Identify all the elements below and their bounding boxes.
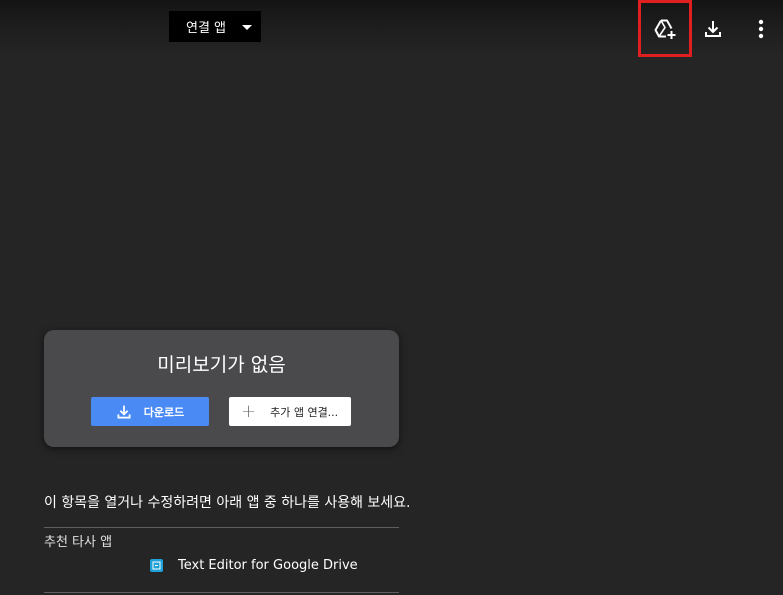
instructions-text: 이 항목을 열거나 수정하려면 아래 앱 중 하나를 사용해 보세요.	[44, 495, 411, 511]
divider	[44, 527, 399, 528]
more-options-button[interactable]	[741, 9, 781, 49]
no-preview-card: 미리보기가 없음 다운로드 + 추가 앱 연결...	[44, 330, 399, 447]
open-with-label: 연결 앱	[186, 21, 227, 36]
download-label: 다운로드	[143, 405, 185, 419]
download-file-button[interactable]: 다운로드	[91, 397, 209, 426]
download-button[interactable]	[693, 9, 733, 49]
top-bar: 연결 앱	[0, 0, 783, 57]
plus-icon: +	[241, 400, 257, 422]
suggested-apps-label: 추천 타사 앱	[44, 535, 113, 550]
app-item-text-editor[interactable]: Text Editor for Google Drive	[150, 558, 358, 573]
no-preview-title: 미리보기가 없음	[157, 354, 286, 376]
more-vert-icon	[758, 19, 764, 39]
divider	[44, 592, 399, 593]
connect-label: 추가 앱 연결...	[270, 405, 339, 419]
app-name: Text Editor for Google Drive	[178, 558, 358, 573]
text-editor-app-icon	[150, 559, 163, 572]
open-with-dropdown[interactable]: 연결 앱	[169, 11, 261, 42]
highlight-box	[638, 0, 692, 57]
chevron-down-icon	[242, 25, 252, 30]
download-icon	[117, 405, 131, 418]
download-icon	[705, 21, 721, 37]
connect-more-apps-button[interactable]: + 추가 앱 연결...	[229, 397, 351, 426]
